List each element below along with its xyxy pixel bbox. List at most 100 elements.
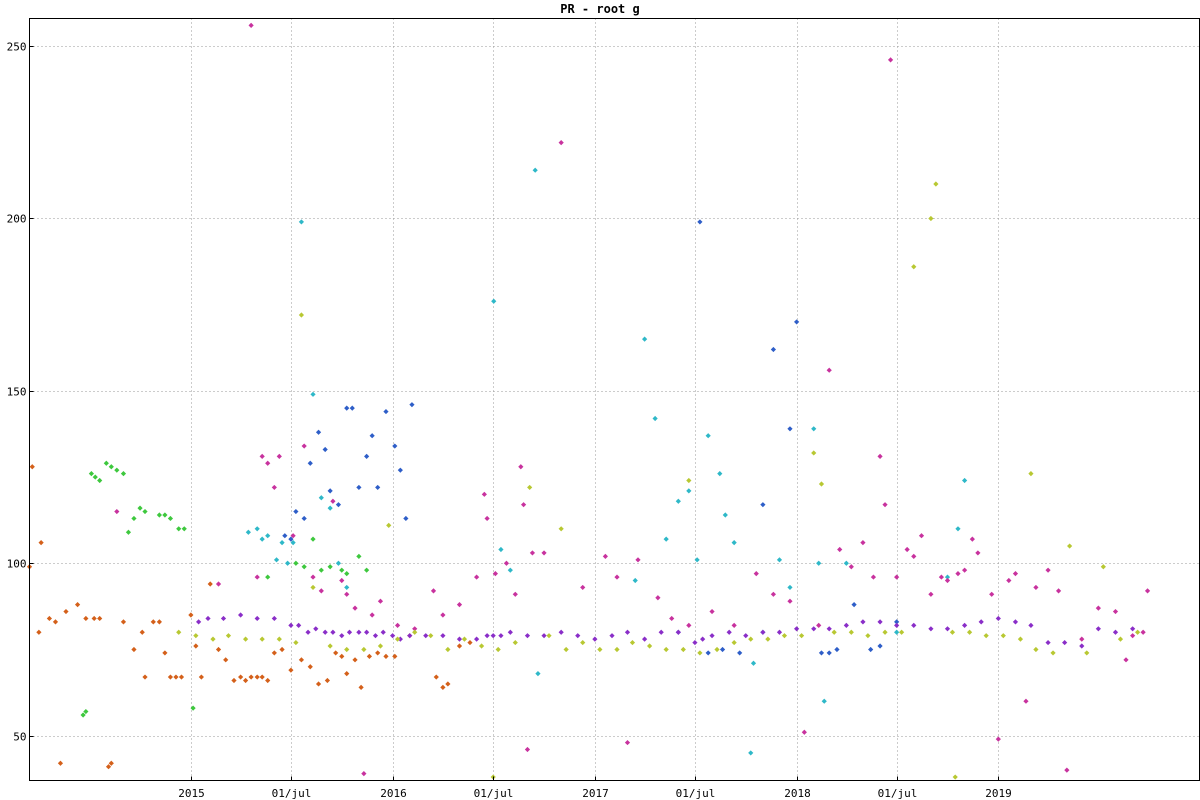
data-point <box>1033 584 1039 591</box>
data-point <box>383 408 389 415</box>
data-point <box>173 674 179 680</box>
data-point <box>364 567 370 573</box>
data-point <box>541 633 547 639</box>
data-point <box>524 746 531 753</box>
data-point <box>642 636 648 642</box>
data-point <box>995 615 1001 622</box>
data-point <box>358 684 364 691</box>
data-point <box>344 405 350 411</box>
data-point <box>575 633 581 639</box>
data-point <box>918 533 925 539</box>
data-point <box>259 536 265 542</box>
data-point <box>403 515 409 522</box>
data-point <box>811 426 817 432</box>
data-point <box>339 653 345 659</box>
data-point <box>490 633 496 639</box>
data-point <box>694 557 700 563</box>
data-point <box>1064 767 1070 773</box>
data-point <box>296 622 302 628</box>
data-point <box>818 650 825 656</box>
data-point <box>484 515 490 522</box>
data-point <box>423 633 429 639</box>
data-point <box>1117 636 1124 642</box>
data-point <box>811 626 817 632</box>
data-point <box>731 639 737 646</box>
data-point <box>57 760 64 766</box>
data-point <box>377 643 384 649</box>
data-point <box>83 615 89 622</box>
data-point <box>190 705 196 711</box>
data-point <box>137 505 143 511</box>
data-point <box>352 657 358 663</box>
data-point <box>1062 639 1068 646</box>
data-point <box>1045 639 1051 646</box>
data-point <box>315 429 322 435</box>
data-point <box>456 636 463 642</box>
data-point <box>714 646 720 653</box>
data-point <box>495 646 501 653</box>
data-point <box>220 615 227 622</box>
data-point <box>563 646 569 653</box>
data-point <box>176 629 182 635</box>
data-point <box>333 650 339 656</box>
data-point <box>162 650 168 656</box>
data-point <box>1130 626 1136 632</box>
data-point <box>310 391 316 397</box>
data-point <box>826 626 832 632</box>
data-point <box>440 633 446 639</box>
data-point <box>933 181 939 187</box>
data-point <box>339 633 345 639</box>
data-point <box>1095 605 1101 611</box>
data-point <box>748 636 754 642</box>
data-point <box>318 588 324 594</box>
data-point <box>851 602 857 608</box>
data-point <box>834 646 840 653</box>
data-point <box>301 515 307 522</box>
data-point <box>315 681 322 687</box>
data-point <box>949 629 956 635</box>
data-point <box>731 539 737 546</box>
data-point <box>461 636 468 642</box>
data-point <box>238 674 244 680</box>
data-point <box>831 629 837 635</box>
data-point <box>680 646 686 653</box>
data-point <box>491 298 497 304</box>
data-point <box>207 581 213 587</box>
data-point <box>361 646 367 653</box>
data-point <box>705 433 711 439</box>
data-point <box>38 539 44 546</box>
data-point <box>409 402 415 408</box>
data-point <box>484 633 490 639</box>
data-point <box>1112 608 1119 615</box>
data-point <box>375 484 381 491</box>
data-point <box>794 319 800 325</box>
data-point <box>865 633 871 639</box>
data-point <box>131 646 137 653</box>
data-point <box>293 560 299 566</box>
data-point <box>156 619 162 625</box>
data-point <box>364 629 370 635</box>
data-point <box>1033 646 1039 653</box>
data-point <box>801 729 807 735</box>
data-point <box>276 453 282 459</box>
data-point <box>142 508 148 515</box>
data-point <box>760 502 766 508</box>
data-point <box>330 629 336 635</box>
data-point <box>1012 619 1019 625</box>
data-point <box>301 443 307 449</box>
data-point <box>962 567 968 573</box>
data-point <box>512 591 518 597</box>
data-point <box>989 591 995 597</box>
data-point <box>298 312 305 318</box>
data-point <box>108 464 114 470</box>
data-point <box>635 557 641 563</box>
data-point <box>327 643 333 649</box>
data-point <box>770 346 776 353</box>
data-point <box>125 529 132 535</box>
data-point <box>467 639 473 646</box>
data-point <box>344 646 350 653</box>
data-point <box>390 633 396 639</box>
data-point <box>248 674 254 680</box>
data-point <box>397 467 403 473</box>
x-tick-label: 01/jul <box>676 787 716 800</box>
